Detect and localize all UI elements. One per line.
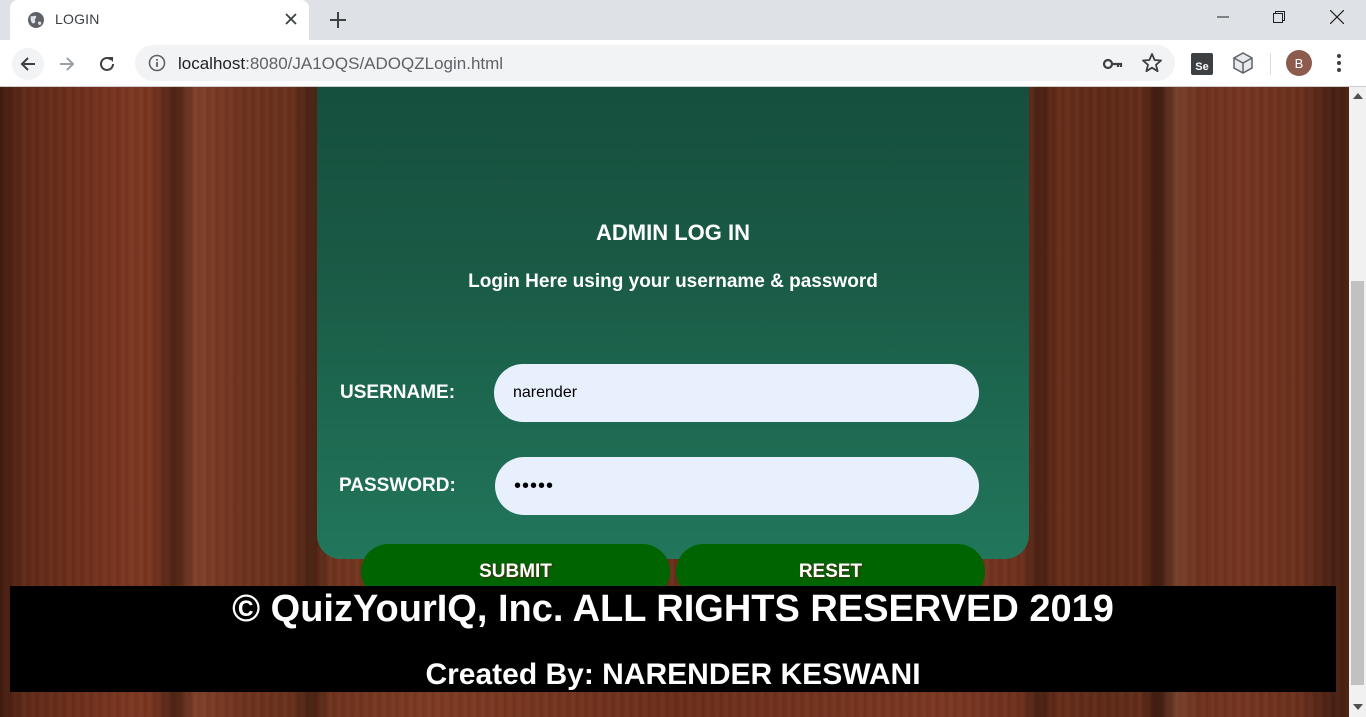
close-icon (1330, 10, 1344, 24)
login-title: ADMIN LOG IN (596, 220, 750, 245)
address-bar[interactable]: localhost:8080/JA1OQS/ADOQZLogin.html (135, 45, 1175, 81)
scroll-up-arrow-icon[interactable] (1353, 93, 1363, 99)
scroll-down-arrow-icon[interactable] (1353, 704, 1363, 710)
plus-icon[interactable] (326, 8, 350, 32)
username-input[interactable] (494, 364, 979, 422)
reload-button[interactable] (91, 48, 123, 80)
minimize-icon (1217, 16, 1229, 18)
arrow-right-icon (60, 57, 75, 71)
login-card: ADMIN LOG IN Login Here using your usern… (317, 87, 1029, 599)
url-path: :8080/JA1OQS/ADOQZLogin.html (245, 54, 504, 73)
copyright-text: © QuizYourIQ, Inc. ALL RIGHTS RESERVED 2… (232, 588, 1114, 630)
browser-toolbar: localhost:8080/JA1OQS/ADOQZLogin.html Se… (0, 40, 1366, 87)
forward-button[interactable] (51, 48, 83, 80)
window-close-button[interactable] (1314, 0, 1360, 34)
selenium-icon[interactable]: Se (1190, 52, 1214, 76)
browser-tab-strip: LOGIN (0, 0, 1366, 40)
svg-text:Se: Se (1195, 61, 1208, 73)
restore-button[interactable] (1256, 0, 1302, 34)
tab-title: LOGIN (55, 11, 100, 27)
url-text[interactable]: localhost:8080/JA1OQS/ADOQZLogin.html (178, 54, 503, 74)
kebab-menu-icon[interactable] (1327, 51, 1351, 75)
globe-icon (28, 12, 44, 28)
password-input[interactable] (495, 457, 979, 515)
key-icon[interactable] (1101, 53, 1123, 75)
url-host: localhost (178, 54, 246, 73)
username-label: USERNAME: (340, 382, 456, 403)
toolbar-divider (1270, 53, 1271, 75)
avatar[interactable]: B (1286, 50, 1312, 76)
restore-icon (1273, 11, 1285, 23)
minimize-button[interactable] (1200, 0, 1246, 34)
arrow-left-icon (20, 57, 35, 71)
author-credit: Created By: NARENDER KESWANI (425, 658, 921, 691)
browser-tab[interactable]: LOGIN (10, 0, 309, 40)
login-subtitle: Login Here using your username & passwor… (468, 271, 878, 292)
close-icon[interactable] (282, 10, 300, 28)
vertical-scrollbar[interactable] (1349, 87, 1366, 717)
star-icon[interactable] (1141, 52, 1163, 74)
back-button[interactable] (12, 48, 44, 80)
scroll-thumb[interactable] (1351, 281, 1364, 685)
page-viewport: ADMIN LOG IN Login Here using your usern… (0, 87, 1366, 717)
cube-icon[interactable] (1231, 51, 1255, 75)
reload-icon (100, 56, 114, 71)
password-label: PASSWORD: (339, 475, 456, 496)
footer: © QuizYourIQ, Inc. ALL RIGHTS RESERVED 2… (10, 586, 1336, 692)
info-icon[interactable] (148, 54, 166, 72)
